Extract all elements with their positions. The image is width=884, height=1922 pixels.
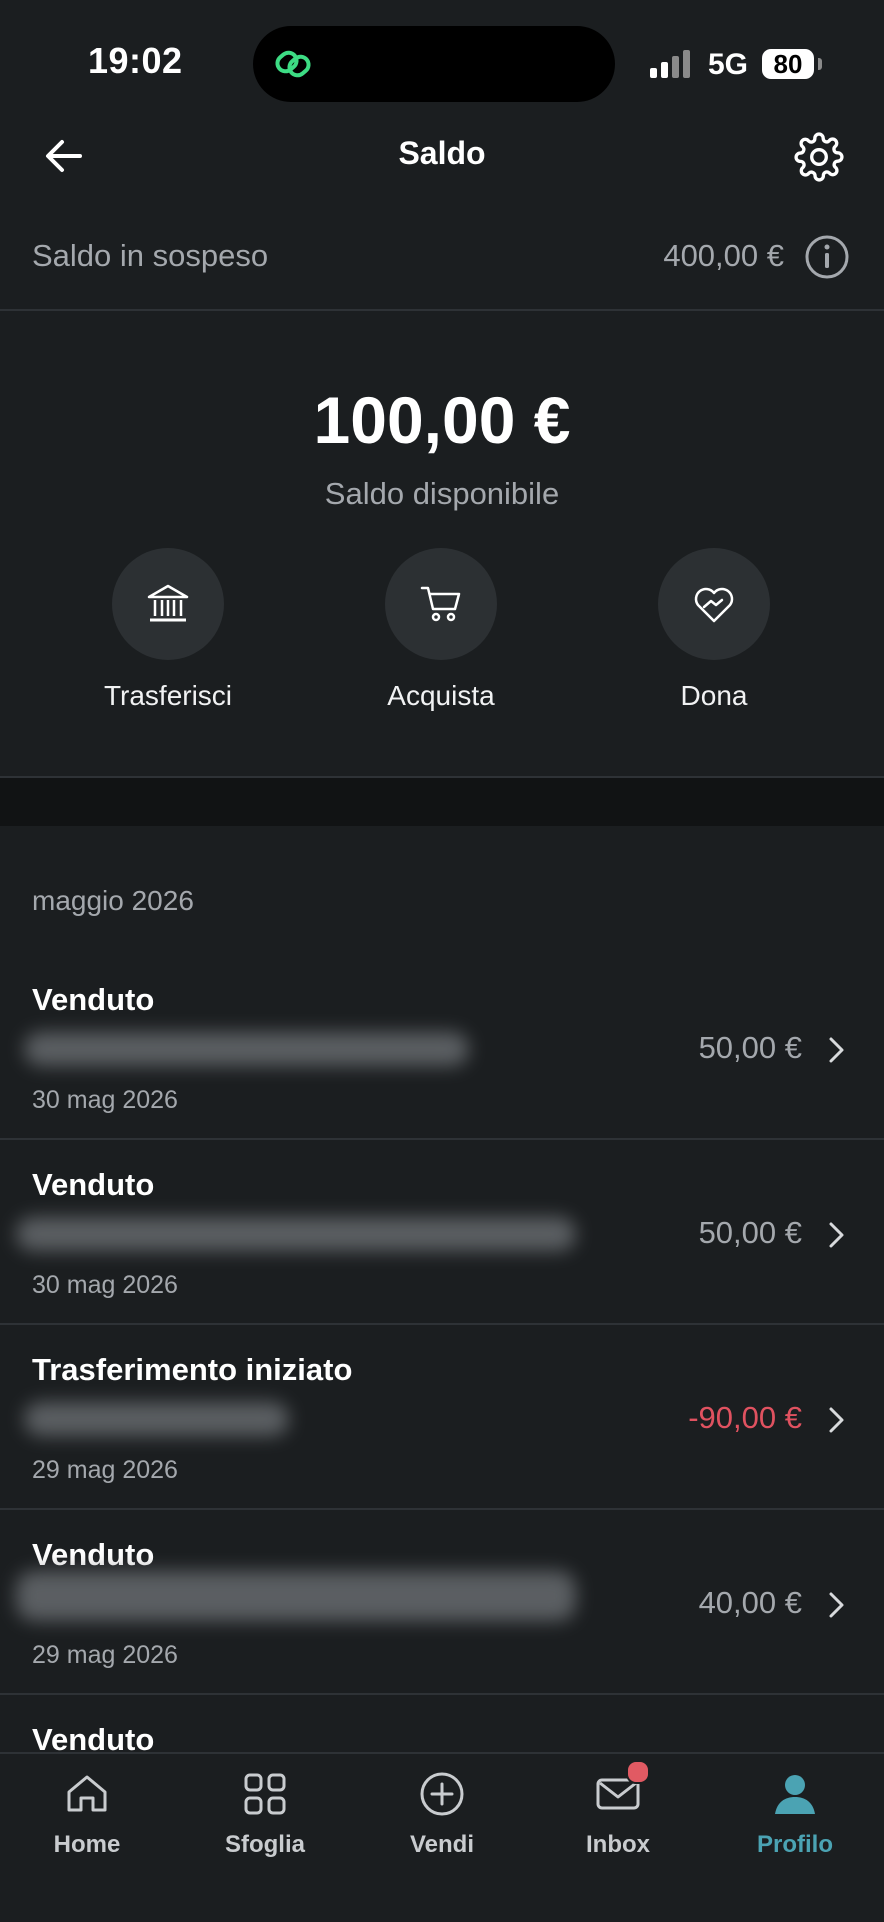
transaction-date: 30 mag 2026 <box>32 1271 178 1299</box>
row-divider <box>0 1138 884 1140</box>
grid-icon <box>244 1773 286 1815</box>
transaction-row[interactable]: Venduto 29 mag 2026 40,00 € <box>0 1511 884 1695</box>
transaction-title: Venduto <box>32 1167 155 1202</box>
transaction-title: Trasferimento iniziato <box>32 1352 353 1387</box>
battery-icon: 80 <box>762 49 814 79</box>
transaction-date: 29 mag 2026 <box>32 1641 178 1669</box>
pending-balance-value: 400,00 € <box>663 238 784 273</box>
transaction-amount: 40,00 € <box>698 1585 802 1620</box>
plus-circle-icon <box>420 1772 464 1816</box>
transaction-amount: 50,00 € <box>698 1030 802 1065</box>
redacted-description <box>24 1402 289 1436</box>
tab-home-label: Home <box>53 1831 121 1858</box>
battery-tip <box>818 58 822 70</box>
month-header: maggio 2026 <box>32 885 194 916</box>
transaction-amount: 50,00 € <box>698 1215 802 1250</box>
tab-browse-label: Sfoglia <box>224 1831 305 1858</box>
pending-balance-label: Saldo in sospeso <box>32 238 269 273</box>
chevron-right-icon <box>829 1407 844 1433</box>
tab-home[interactable]: Home <box>17 1770 157 1859</box>
buy-label: Acquista <box>387 680 495 711</box>
transaction-title: Venduto <box>32 1537 155 1572</box>
network-label: 5G <box>708 48 749 81</box>
donate-label: Dona <box>680 680 748 711</box>
redacted-description <box>16 1217 576 1251</box>
page-title: Saldo <box>398 135 486 171</box>
donate-button[interactable]: Dona <box>614 548 814 712</box>
transaction-date: 29 mag 2026 <box>32 1456 178 1484</box>
settings-gear-icon[interactable] <box>794 132 844 182</box>
chevron-right-icon <box>829 1037 844 1063</box>
info-icon[interactable] <box>804 234 850 280</box>
transaction-date: 30 mag 2026 <box>32 1086 178 1114</box>
inbox-notification-badge <box>626 1760 650 1784</box>
tab-inbox[interactable]: Inbox <box>548 1770 688 1859</box>
row-divider <box>0 1693 884 1695</box>
transfer-label: Trasferisci <box>103 680 233 711</box>
tab-profile[interactable]: Profilo <box>725 1770 865 1859</box>
cart-icon <box>385 548 497 660</box>
home-icon <box>67 1775 107 1812</box>
available-balance-amount: 100,00 € <box>313 383 571 457</box>
redacted-description <box>24 1032 469 1066</box>
redacted-description <box>16 1571 576 1621</box>
transaction-amount: -90,00 € <box>688 1400 802 1435</box>
link-app-icon <box>275 50 311 78</box>
status-time: 19:02 <box>88 40 183 81</box>
tab-browse[interactable]: Sfoglia <box>195 1770 335 1859</box>
bank-icon <box>112 548 224 660</box>
transaction-row[interactable]: Venduto 30 mag 2026 50,00 € <box>0 956 884 1140</box>
row-divider <box>0 1323 884 1325</box>
tab-sell-label: Vendi <box>409 1831 475 1858</box>
available-balance-label: Saldo disponibile <box>324 476 560 511</box>
row-divider <box>0 1508 884 1510</box>
profile-icon <box>775 1775 815 1814</box>
chevron-right-icon <box>829 1222 844 1248</box>
section-gap <box>0 778 884 826</box>
bottom-tab-bar: Home Sfoglia Vendi Inbox Profilo <box>0 1752 884 1922</box>
transaction-title: Venduto <box>32 982 155 1017</box>
buy-button[interactable]: Acquista <box>341 548 541 712</box>
divider <box>0 309 884 311</box>
signal-icon <box>650 50 690 78</box>
chevron-right-icon <box>829 1592 844 1618</box>
tab-inbox-label: Inbox <box>586 1831 650 1858</box>
dynamic-island <box>253 26 615 102</box>
tab-profile-label: Profilo <box>757 1831 833 1858</box>
heart-hands-icon <box>658 548 770 660</box>
tab-sell[interactable]: Vendi <box>372 1770 512 1859</box>
transaction-row[interactable]: Trasferimento iniziato 29 mag 2026 -90,0… <box>0 1326 884 1510</box>
transaction-row[interactable]: Venduto 30 mag 2026 50,00 € <box>0 1141 884 1325</box>
transfer-button[interactable]: Trasferisci <box>68 548 268 712</box>
